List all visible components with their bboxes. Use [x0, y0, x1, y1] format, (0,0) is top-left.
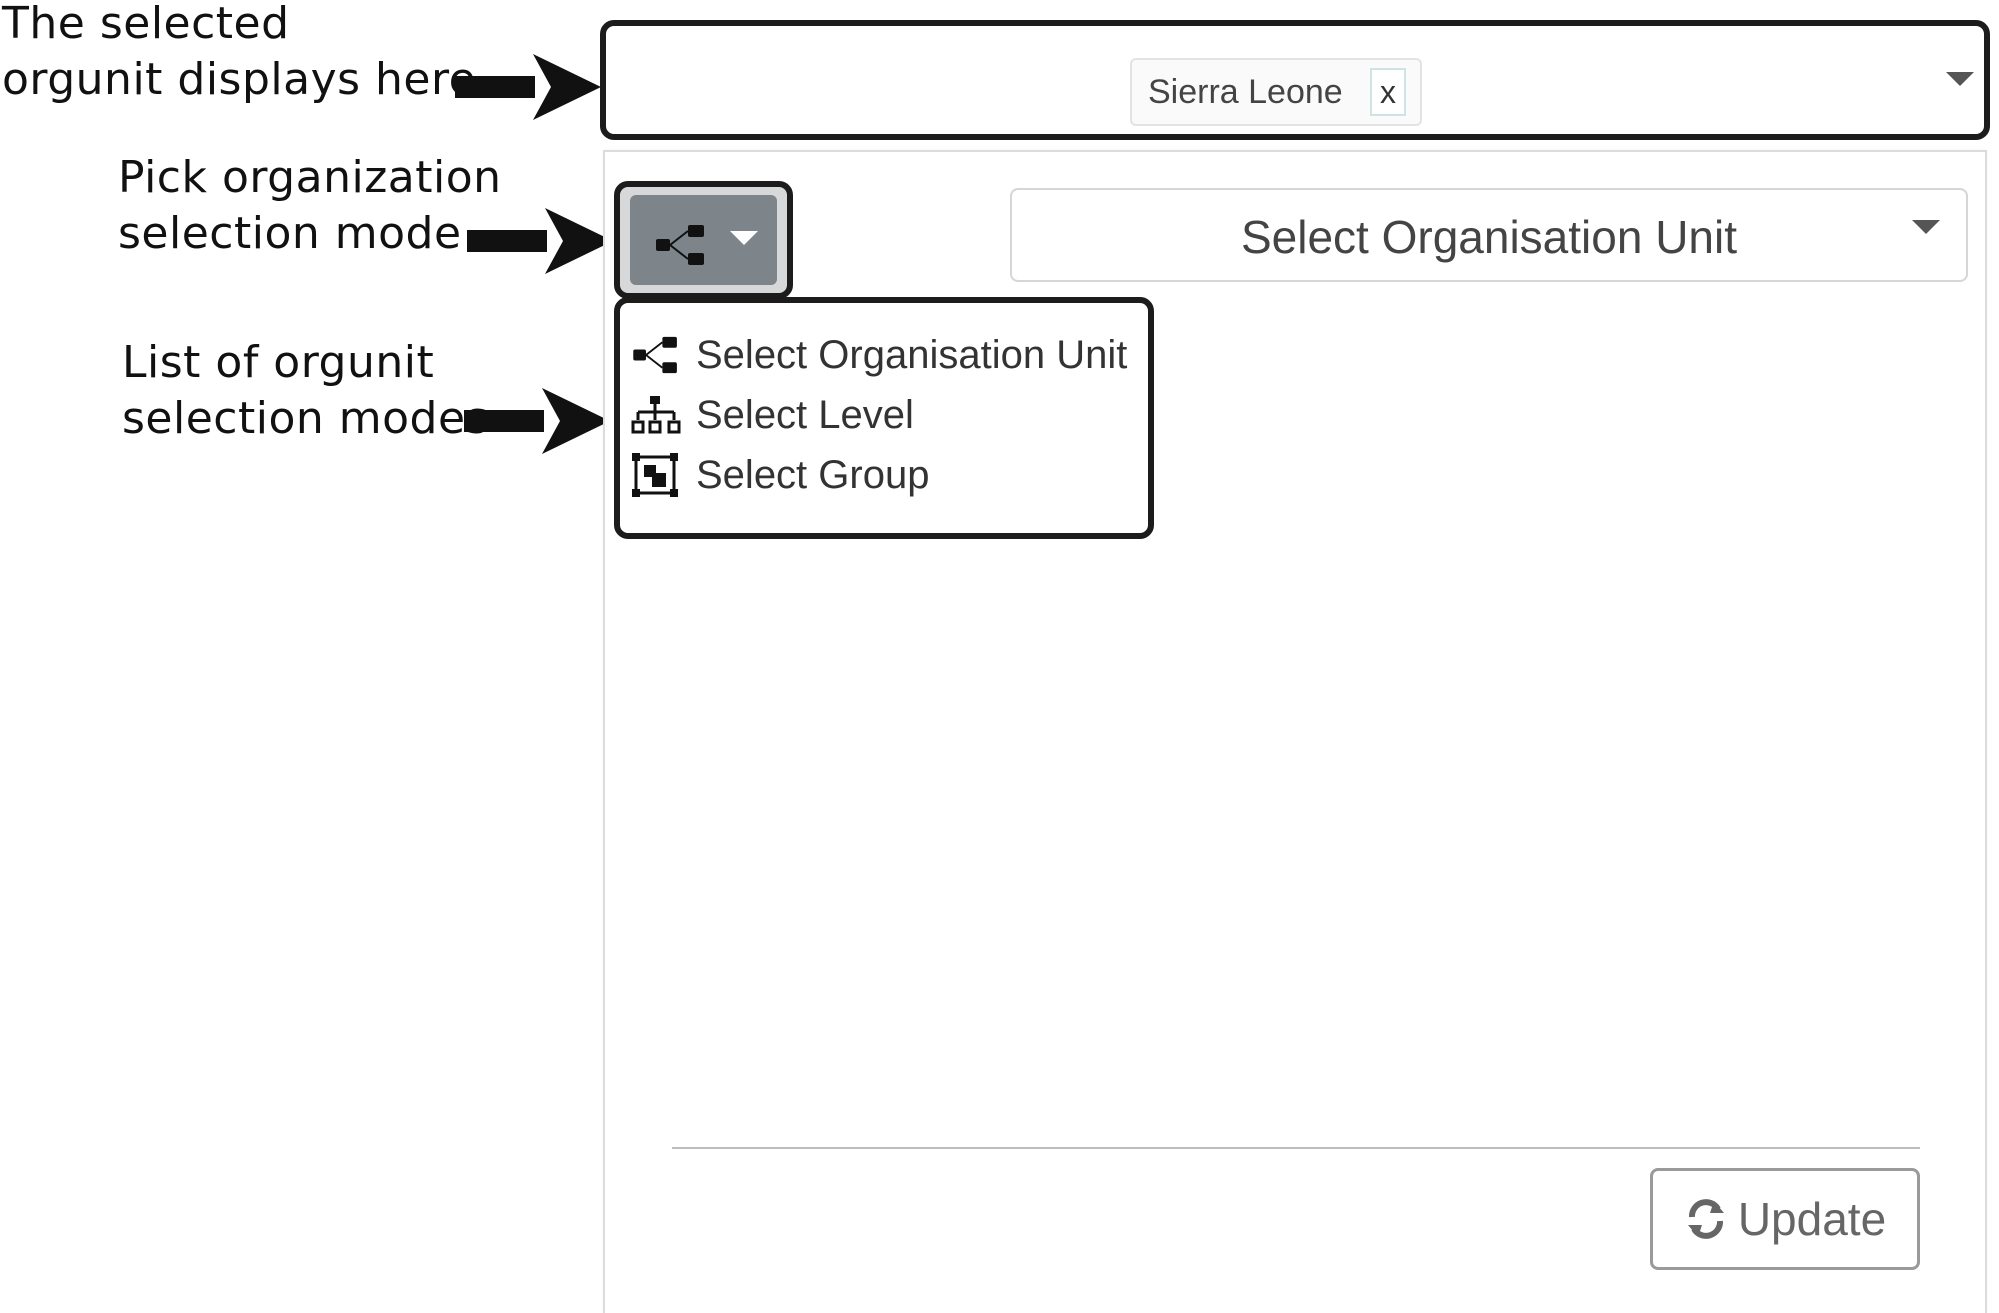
arrow-icon: [464, 388, 610, 454]
mode-item-select-organisation-unit[interactable]: Select Organisation Unit: [630, 327, 1127, 383]
orgunit-tree-icon: [633, 336, 677, 374]
org-select-placeholder: Select Organisation Unit: [1240, 211, 1738, 263]
update-label: Update: [1737, 1193, 1887, 1245]
selected-orgunit-chip: Sierra Leone x: [1130, 58, 1422, 126]
annotation-line: selection mode: [118, 208, 462, 259]
annotation-mode-list: List of orgunit selection modes: [122, 335, 489, 447]
footer-divider: [672, 1147, 1920, 1149]
update-button[interactable]: Update: [1650, 1168, 1920, 1270]
organisation-unit-select[interactable]: Select Organisation Unit: [1010, 188, 1968, 282]
arrow-icon: [455, 54, 601, 120]
mode-item-label: Select Group: [696, 452, 930, 497]
annotation-selected-display: The selected orgunit displays here: [2, 0, 476, 108]
mode-button-highlight: [614, 181, 793, 299]
arrow-icon: [467, 208, 613, 274]
mode-item-label: Select Level: [696, 392, 914, 437]
group-icon: [632, 453, 678, 497]
mode-item-select-level[interactable]: Select Level: [630, 387, 914, 443]
mode-item-label: Select Organisation Unit: [696, 332, 1128, 377]
chip-label: Sierra Leone: [1148, 72, 1343, 111]
chip-remove-button[interactable]: x: [1370, 68, 1406, 116]
selected-orgunit-field[interactable]: Sierra Leone x: [600, 20, 1990, 140]
chevron-down-icon[interactable]: [1946, 72, 1974, 86]
chevron-down-icon[interactable]: [1912, 220, 1940, 234]
annotation-line: The selected: [2, 0, 290, 49]
annotation-line: List of orgunit: [122, 337, 435, 388]
annotation-line: Pick organization: [118, 152, 502, 203]
annotation-line: orgunit displays here: [2, 54, 477, 105]
selection-mode-list: Select Organisation Unit Select Level Se…: [614, 297, 1154, 539]
refresh-icon: [1687, 1199, 1724, 1239]
selection-mode-button[interactable]: [630, 195, 777, 285]
level-hierarchy-icon: [631, 396, 681, 434]
orgunit-tree-icon: [656, 225, 704, 265]
mode-item-select-group[interactable]: Select Group: [630, 447, 929, 503]
annotation-pick-mode: Pick organization selection mode: [118, 150, 502, 262]
annotation-line: selection modes: [122, 393, 489, 444]
chevron-down-icon: [730, 231, 758, 245]
